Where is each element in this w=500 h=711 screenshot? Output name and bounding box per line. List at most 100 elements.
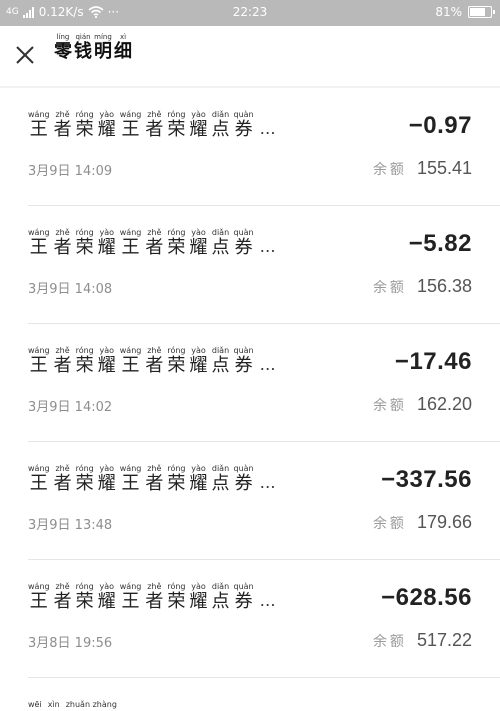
close-icon xyxy=(16,46,34,64)
transaction-title-char-hanzi: 荣 xyxy=(167,355,186,376)
transaction-title-char: zhě 者 xyxy=(145,464,163,494)
transaction-title: wáng 王 zhě 者 róng 荣 yào 耀 wáng 王 zhě 者 róng 荣 yào 耀 diǎn… xyxy=(28,110,276,140)
balance-value: 155.41 xyxy=(416,158,472,178)
transaction-title-char: róng 荣 xyxy=(76,228,94,258)
title-char: qián 钱 xyxy=(74,32,92,62)
title-char: míng 明 xyxy=(94,32,112,62)
transaction-title-char-hanzi: 王 xyxy=(121,237,140,258)
transaction-title-char: zhě 者 xyxy=(54,582,72,612)
transaction-row[interactable]: wáng 王 zhě 者 róng 荣 yào 耀 wáng 王 zhě 者 róng 荣 yào 耀 diǎn… xyxy=(0,560,500,678)
title-ellipsis: … xyxy=(259,472,276,492)
transaction-date: 3月9日 14:09 xyxy=(28,164,113,179)
transaction-title-char: yào 耀 xyxy=(190,346,208,376)
transaction-row[interactable]: wáng 王 zhě 者 róng 荣 yào 耀 wáng 王 zhě 者 róng 荣 yào 耀 diǎn… xyxy=(0,88,500,206)
transaction-title-char-hanzi: 荣 xyxy=(167,591,186,612)
transaction-title-char: zhě 者 xyxy=(145,582,163,612)
transaction-amount: −0.97 xyxy=(408,112,472,139)
transaction-row[interactable]: wáng 王 zhě 者 róng 荣 yào 耀 wáng 王 zhě 者 róng 荣 yào 耀 diǎn… xyxy=(0,324,500,442)
transaction-title-char-hanzi: 券 xyxy=(234,355,253,376)
balance-value: 156.38 xyxy=(416,276,472,296)
close-button[interactable] xyxy=(12,42,38,68)
transaction-title-char-hanzi: 荣 xyxy=(167,119,186,140)
transaction-amount: −337.56 xyxy=(381,466,472,493)
transaction-title-char: diǎn 点 xyxy=(212,346,230,376)
transaction-title-char: zhě 者 xyxy=(145,110,163,140)
transaction-amount: −17.46 xyxy=(394,348,472,375)
transaction-title-char-hanzi: 荣 xyxy=(167,473,186,494)
transaction-title-char: diǎn 点 xyxy=(212,464,230,494)
transaction-title-char-hanzi: 王 xyxy=(29,591,48,612)
partial-row-pinyin: zhuǎn zhàng xyxy=(65,700,117,709)
transaction-title-char: yào 耀 xyxy=(98,110,116,140)
transaction-title: wáng 王 zhě 者 róng 荣 yào 耀 wáng 王 zhě 者 róng 荣 yào 耀 diǎn… xyxy=(28,464,276,494)
transaction-title-char: róng 荣 xyxy=(167,582,185,612)
transaction-title-char: yào 耀 xyxy=(190,582,208,612)
balance-label: 余额 xyxy=(372,516,407,532)
transaction-title-char-hanzi: 王 xyxy=(29,355,48,376)
balance-value: 162.20 xyxy=(416,394,472,414)
title-ellipsis: … xyxy=(259,236,276,256)
transaction-title-char-hanzi: 者 xyxy=(53,355,72,376)
battery-level xyxy=(470,8,485,16)
title-char-hanzi: 零 xyxy=(54,41,72,62)
transaction-title-char-hanzi: 荣 xyxy=(75,473,94,494)
transaction-title-char: zhě 者 xyxy=(145,346,163,376)
transaction-title-char-hanzi: 者 xyxy=(145,473,164,494)
transaction-title-char: róng 荣 xyxy=(76,110,94,140)
transaction-title-char-hanzi: 点 xyxy=(211,473,230,494)
transaction-title-char: wáng 王 xyxy=(28,346,50,376)
transaction-title-char-hanzi: 耀 xyxy=(189,355,208,376)
transaction-title-char: quàn 券 xyxy=(234,346,254,376)
transaction-title-char-hanzi: 者 xyxy=(145,119,164,140)
transaction-amount: −5.82 xyxy=(408,230,472,257)
transaction-title-char: wáng 王 xyxy=(120,110,142,140)
transaction-title-char-hanzi: 荣 xyxy=(75,355,94,376)
transaction-balance: 余额 155.41 xyxy=(373,158,472,179)
title-ellipsis: … xyxy=(259,354,276,374)
transaction-title-char: quàn 券 xyxy=(234,228,254,258)
transaction-title-char: róng 荣 xyxy=(167,110,185,140)
battery-percent: 81% xyxy=(435,5,462,19)
transaction-title-char-hanzi: 者 xyxy=(145,237,164,258)
transaction-title-char-hanzi: 王 xyxy=(29,119,48,140)
transaction-title-char: róng 荣 xyxy=(167,464,185,494)
transaction-title-char: wáng 王 xyxy=(120,464,142,494)
transaction-title-char-hanzi: 点 xyxy=(211,355,230,376)
transaction-title-char-hanzi: 王 xyxy=(121,591,140,612)
transaction-title-char: róng 荣 xyxy=(76,346,94,376)
transaction-title-char: zhě 者 xyxy=(54,228,72,258)
transaction-title-char: zhě 者 xyxy=(145,228,163,258)
transaction-title-char: wáng 王 xyxy=(120,228,142,258)
transaction-title-char-hanzi: 券 xyxy=(234,237,253,258)
transaction-amount: −628.56 xyxy=(381,584,472,611)
transaction-title-char-hanzi: 耀 xyxy=(97,473,116,494)
transaction-title-char: diǎn 点 xyxy=(212,228,230,258)
transaction-title-char-hanzi: 者 xyxy=(53,591,72,612)
title-char-hanzi: 明 xyxy=(94,41,112,62)
transaction-title-char: diǎn 点 xyxy=(212,582,230,612)
transaction-title-char-hanzi: 耀 xyxy=(97,591,116,612)
transaction-title: wáng 王 zhě 者 róng 荣 yào 耀 wáng 王 zhě 者 róng 荣 yào 耀 diǎn… xyxy=(28,228,276,258)
transaction-title-char: wáng 王 xyxy=(120,582,142,612)
transaction-title-char: wáng 王 xyxy=(28,464,50,494)
transaction-title-char-hanzi: 耀 xyxy=(189,591,208,612)
balance-value: 179.66 xyxy=(416,512,472,532)
balance-label: 余额 xyxy=(372,162,407,178)
transaction-title-char: zhě 者 xyxy=(54,464,72,494)
transaction-row[interactable]: wáng 王 zhě 者 róng 荣 yào 耀 wáng 王 zhě 者 róng 荣 yào 耀 diǎn… xyxy=(0,442,500,560)
transaction-date: 3月9日 13:48 xyxy=(28,518,113,533)
transaction-title-char-hanzi: 耀 xyxy=(97,355,116,376)
transaction-title-char: yào 耀 xyxy=(98,346,116,376)
transaction-row[interactable]: wáng 王 zhě 者 róng 荣 yào 耀 wáng 王 zhě 者 róng 荣 yào 耀 diǎn… xyxy=(0,206,500,324)
status-bar: 4G 0.12K/s ··· 22:23 81% xyxy=(0,0,500,26)
transaction-title-char: yào 耀 xyxy=(98,228,116,258)
transaction-title-char: quàn 券 xyxy=(234,110,254,140)
transaction-title-char-hanzi: 者 xyxy=(145,355,164,376)
transaction-title-char: róng 荣 xyxy=(76,582,94,612)
transaction-title-char-hanzi: 王 xyxy=(29,473,48,494)
transaction-title-char-hanzi: 券 xyxy=(234,119,253,140)
partial-list-item[interactable]: wēi xìn zhuǎn zhàng xyxy=(28,700,117,709)
transaction-title-char-hanzi: 耀 xyxy=(189,237,208,258)
transaction-title-char: wáng 王 xyxy=(28,110,50,140)
title-char-hanzi: 细 xyxy=(114,41,132,62)
